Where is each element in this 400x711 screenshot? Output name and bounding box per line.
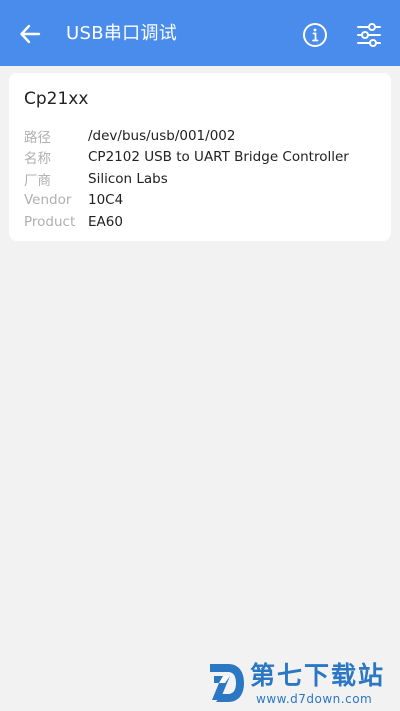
manufacturer-label: 厂商 bbox=[24, 172, 51, 189]
info-button[interactable] bbox=[301, 21, 329, 49]
device-card[interactable]: Cp21xx 路径 /dev/bus/usb/001/002 名称 CP2102… bbox=[9, 73, 391, 241]
vendor-label: Vendor bbox=[24, 192, 72, 209]
app-bar: USB串口调试 bbox=[0, 0, 400, 66]
product-row: Product EA60 bbox=[24, 211, 349, 233]
product-label: Product bbox=[24, 213, 76, 230]
path-row: 路径 /dev/bus/usb/001/002 bbox=[24, 125, 349, 147]
name-label: 名称 bbox=[24, 151, 51, 168]
watermark-url: www.d7down.com bbox=[256, 692, 373, 706]
name-row: 名称 CP2102 USB to UART Bridge Controller bbox=[24, 147, 349, 169]
sliders-icon bbox=[357, 23, 381, 47]
settings-button[interactable] bbox=[354, 20, 384, 50]
page-title: USB串口调试 bbox=[66, 23, 178, 44]
site-watermark: 第七下载站 www.d7down.com bbox=[206, 658, 396, 710]
device-info-list: 路径 /dev/bus/usb/001/002 名称 CP2102 USB to… bbox=[24, 125, 349, 233]
path-label: 路径 bbox=[24, 129, 51, 146]
back-button[interactable] bbox=[16, 20, 44, 48]
manufacturer-value: Silicon Labs bbox=[88, 170, 168, 187]
vendor-row: Vendor 10C4 bbox=[24, 190, 349, 212]
device-name: Cp21xx bbox=[24, 89, 89, 109]
d7-logo-icon bbox=[210, 664, 244, 702]
path-value: /dev/bus/usb/001/002 bbox=[88, 127, 236, 144]
info-icon bbox=[303, 23, 327, 47]
vendor-value: 10C4 bbox=[88, 192, 124, 209]
manufacturer-row: 厂商 Silicon Labs bbox=[24, 168, 349, 190]
arrow-left-icon bbox=[20, 24, 41, 44]
product-value: EA60 bbox=[88, 213, 123, 230]
name-value: CP2102 USB to UART Bridge Controller bbox=[88, 149, 349, 166]
watermark-title: 第七下载站 bbox=[250, 661, 386, 690]
